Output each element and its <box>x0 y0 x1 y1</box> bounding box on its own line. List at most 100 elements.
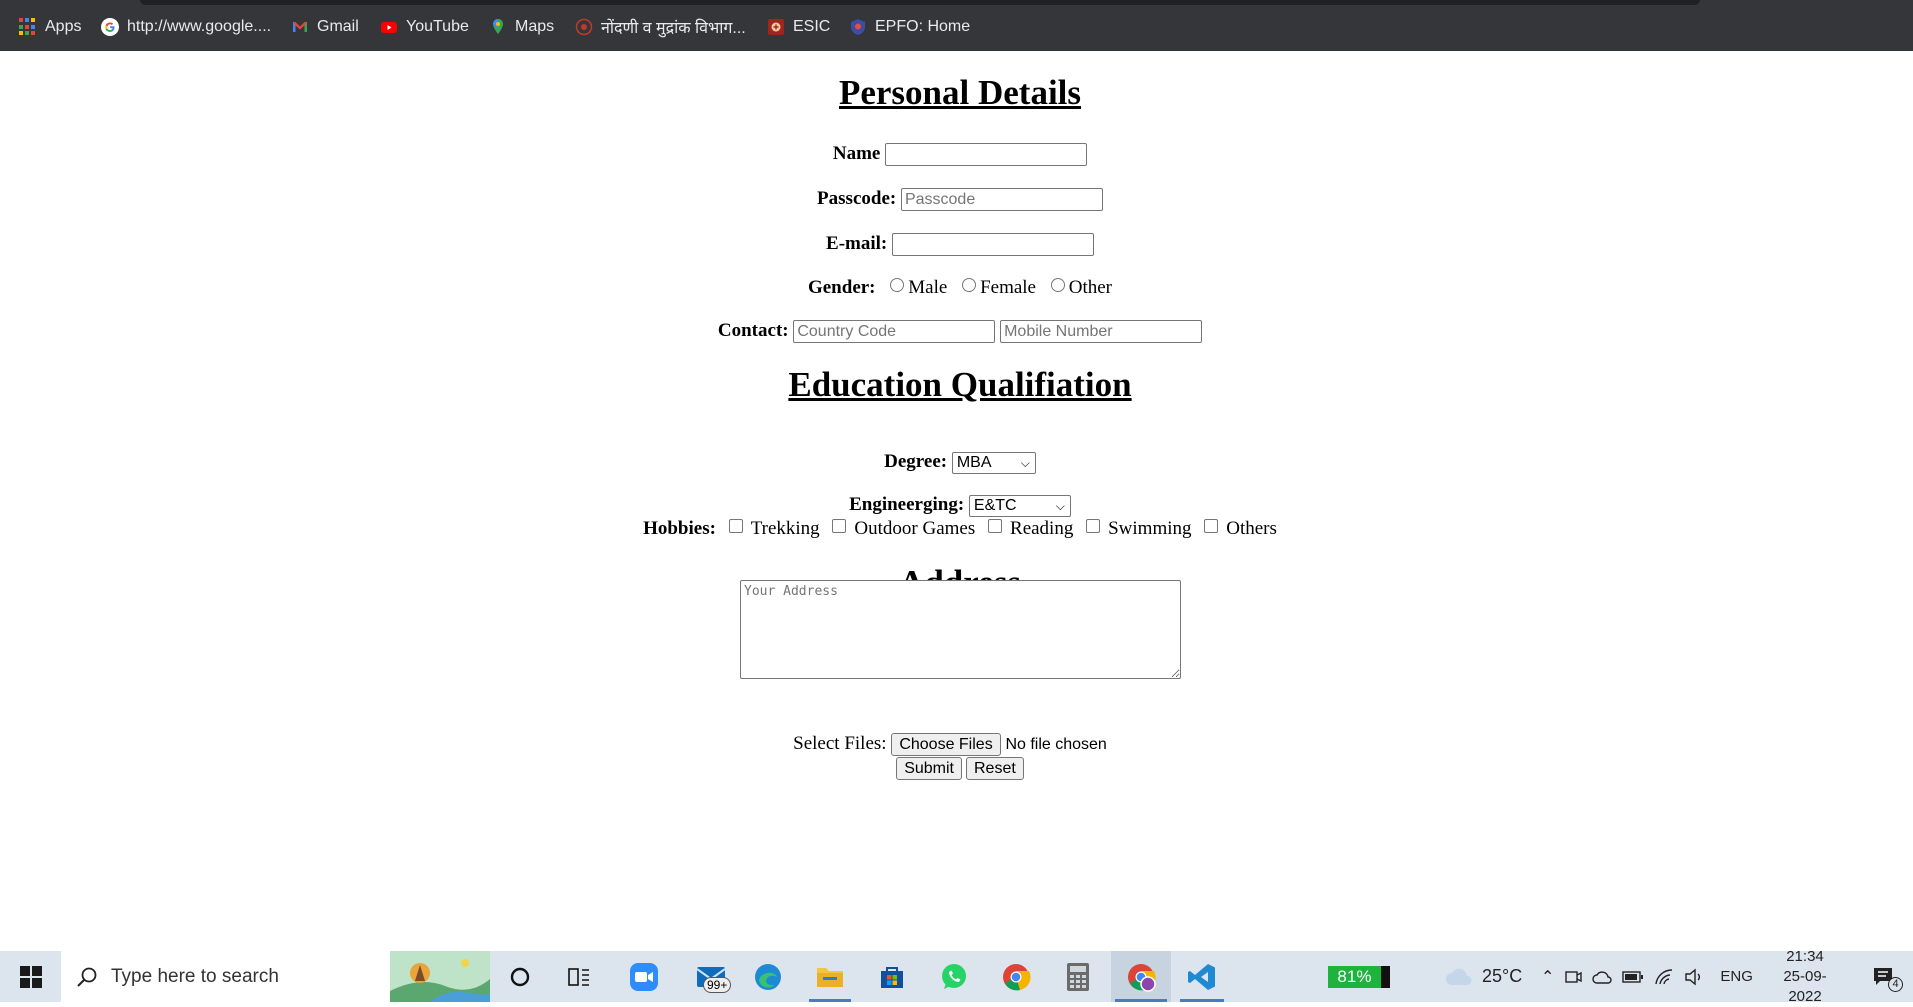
hobbies-row: Hobbies: Trekking Outdoor Games Reading … <box>0 518 1913 540</box>
cortana-icon <box>510 967 530 986</box>
form-actions: Submit Reset <box>0 757 1913 780</box>
calculator-icon <box>1067 962 1089 991</box>
temperature-text: 25°C <box>1482 966 1523 986</box>
contact-row: Contact: <box>0 320 1913 344</box>
passcode-input[interactable] <box>900 188 1103 212</box>
edge-taskbar-button[interactable] <box>745 951 791 1002</box>
gender-row: Gender: Male Female Other <box>0 277 1913 299</box>
bookmark-google[interactable]: http://www.google.... <box>101 16 271 38</box>
youtube-icon <box>381 22 397 33</box>
battery-percent: 81% <box>1328 965 1381 988</box>
task-view-button[interactable] <box>556 951 602 1002</box>
clock-date: 25-09-2022 <box>1783 967 1827 1005</box>
start-button[interactable] <box>0 951 61 1002</box>
zoom-taskbar-button[interactable] <box>619 951 669 1002</box>
gmail-icon <box>293 22 307 32</box>
chevron-down-icon: ⌵ <box>1020 455 1030 470</box>
chrome-profile-taskbar-button[interactable] <box>1111 951 1171 1002</box>
calculator-taskbar-button[interactable] <box>1055 951 1101 1002</box>
country-code-input[interactable] <box>793 320 996 344</box>
engineering-select[interactable]: E&TC ⌵ <box>968 494 1071 517</box>
google-icon <box>101 18 119 36</box>
clock[interactable]: 21:34 25-09-2022 <box>1770 948 1840 1005</box>
cloud-icon <box>1446 968 1472 985</box>
battery-icon[interactable] <box>1622 970 1644 984</box>
bookmark-registration-dept[interactable]: नोंदणी व मुद्रांक विभाग... <box>575 16 746 38</box>
name-input[interactable] <box>885 143 1088 167</box>
wifi-icon[interactable] <box>1654 968 1674 986</box>
address-textarea[interactable] <box>740 580 1181 679</box>
hobby-reading-checkbox[interactable] <box>988 519 1003 533</box>
reset-button[interactable]: Reset <box>966 757 1024 780</box>
engineering-row: Engineerging: E&TC ⌵ <box>0 494 1913 517</box>
mail-taskbar-button[interactable]: 99+ <box>681 951 741 1002</box>
form-page: Personal Details Name Passcode: E-mail: … <box>0 51 1913 951</box>
submit-button[interactable]: Submit <box>896 757 962 780</box>
mobile-number-input[interactable] <box>1000 320 1203 344</box>
email-input[interactable] <box>891 233 1094 257</box>
apps-grid-icon <box>19 18 37 36</box>
gender-female-radio[interactable] <box>962 278 977 292</box>
whatsapp-taskbar-button[interactable] <box>931 951 977 1002</box>
meet-now-icon[interactable] <box>1564 968 1583 986</box>
hobby-trekking-checkbox[interactable] <box>728 519 743 533</box>
windows-logo-icon <box>19 965 42 988</box>
gender-other-radio[interactable] <box>1050 278 1065 292</box>
vscode-icon <box>1188 963 1215 990</box>
degree-label: Degree: <box>884 451 948 472</box>
taskbar-search-box[interactable]: Type here to search <box>61 951 490 1002</box>
hobby-others-checkbox[interactable] <box>1204 519 1219 533</box>
store-taskbar-button[interactable] <box>869 951 915 1002</box>
bookmark-label: http://www.google.... <box>127 18 272 35</box>
speaker-icon[interactable] <box>1684 968 1704 986</box>
bookmark-gmail[interactable]: Gmail <box>291 16 359 38</box>
battery-meter-widget[interactable]: 81% <box>1328 951 1390 1002</box>
vscode-taskbar-button[interactable] <box>1176 951 1228 1002</box>
gender-male-label: Male <box>908 277 948 298</box>
personal-details-heading: Personal Details <box>838 73 1082 112</box>
hobby-swimming-checkbox[interactable] <box>1086 519 1101 533</box>
chevron-up-icon[interactable]: ⌃ <box>1541 967 1554 987</box>
notification-center-button[interactable]: 4 <box>1866 951 1903 1002</box>
chrome-taskbar-button[interactable] <box>993 951 1039 1002</box>
hobby-label: Trekking <box>750 518 820 539</box>
education-heading: Education Qualifiation <box>788 365 1132 404</box>
language-indicator[interactable]: ENG <box>1720 968 1753 985</box>
file-status-text: No file chosen <box>1005 736 1107 753</box>
onedrive-icon[interactable] <box>1592 968 1613 986</box>
store-icon <box>881 966 903 988</box>
gender-other-label: Other <box>1068 277 1113 298</box>
bookmark-maps[interactable]: Maps <box>489 16 554 38</box>
tab-strip-edge <box>140 0 1700 5</box>
degree-select[interactable]: MBA ⌵ <box>951 451 1036 474</box>
search-icon <box>77 967 97 987</box>
bookmark-label: Apps <box>45 18 82 35</box>
emblem-icon <box>575 18 593 36</box>
hobby-outdoor-games-checkbox[interactable] <box>832 519 847 533</box>
mail-unread-badge: 99+ <box>703 977 732 993</box>
bookmark-apps[interactable]: Apps <box>19 16 81 38</box>
chrome-profile-icon <box>1128 963 1156 992</box>
engineering-selected-value: E&TC <box>973 496 1017 514</box>
email-label: E-mail: <box>826 233 888 254</box>
task-view-icon <box>568 967 589 986</box>
choose-files-button[interactable]: Choose Files <box>891 733 1001 757</box>
esic-icon <box>768 19 784 35</box>
engineering-label: Engineerging: <box>849 494 965 515</box>
maps-icon <box>493 19 503 34</box>
bookmark-esic[interactable]: ESIC <box>767 16 830 38</box>
gender-label: Gender: <box>807 277 876 298</box>
epfo-icon <box>851 19 865 35</box>
chevron-down-icon: ⌵ <box>1055 498 1065 513</box>
gender-male-radio[interactable] <box>890 278 905 292</box>
cortana-button[interactable] <box>497 951 543 1002</box>
degree-row: Degree: MBA ⌵ <box>0 451 1913 474</box>
bookmark-epfo[interactable]: EPFO: Home <box>849 16 970 38</box>
bookmark-label: Maps <box>515 18 555 35</box>
bookmark-youtube[interactable]: YouTube <box>380 16 469 38</box>
file-explorer-taskbar-button[interactable] <box>805 951 855 1002</box>
weather-widget[interactable]: 25°C <box>1444 951 1522 1002</box>
search-placeholder: Type here to search <box>111 965 279 987</box>
hobby-label: Swimming <box>1108 518 1192 539</box>
bookmarks-bar: Apps http://www.google.... Gmail YouTube <box>0 0 1913 51</box>
